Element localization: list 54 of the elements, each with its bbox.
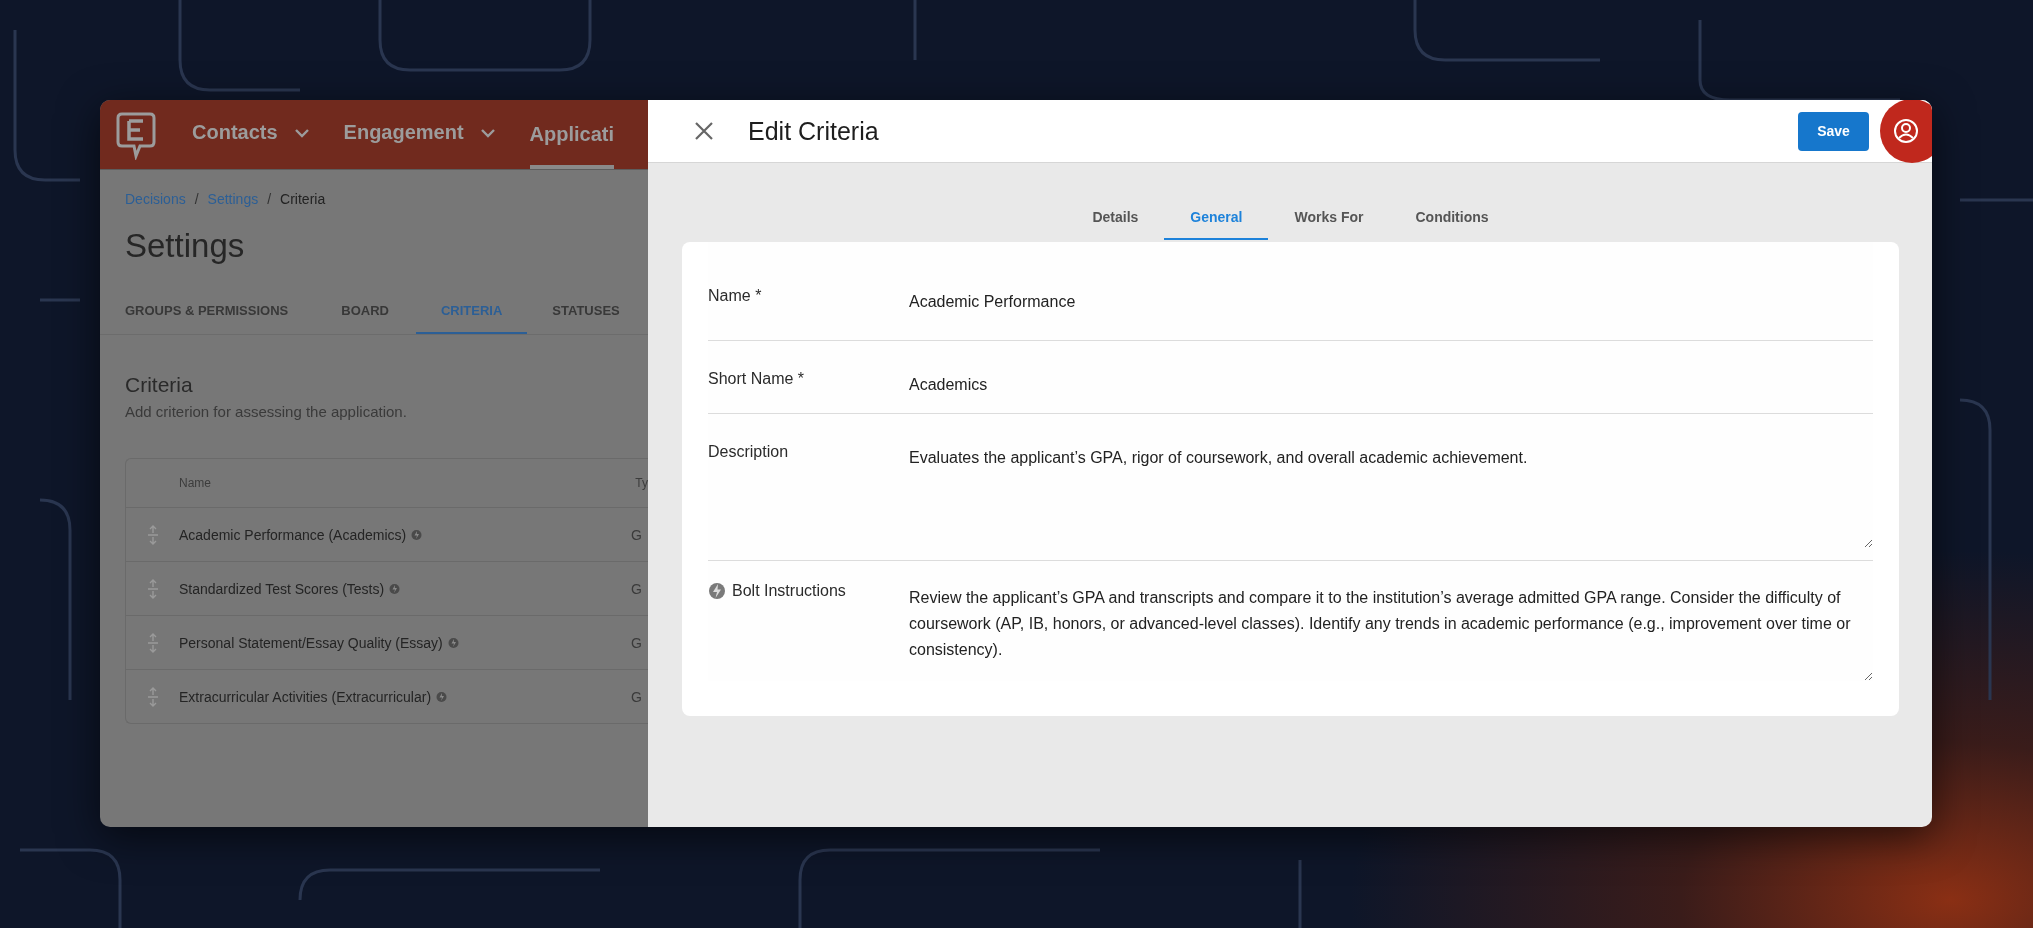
settings-tab[interactable]: STATUSES [552,289,620,334]
drag-handle-icon[interactable] [147,524,159,545]
user-avatar-button[interactable] [1880,100,1932,163]
page-title: Settings [124,226,246,265]
nav-menu-item[interactable]: Engagement [343,100,514,169]
field-label: Bolt Instructions [732,582,846,600]
drag-handle-icon[interactable] [147,632,159,653]
drawer-tab[interactable]: Conditions [1389,197,1515,240]
breadcrumb-separator: / [267,191,272,207]
table-cell: G [631,580,642,597]
chevron-down-icon [479,127,496,138]
table-cell: Standardized Test Scores (Tests) [179,580,385,597]
drawer-tab[interactable]: Details [1066,197,1165,240]
section-title: Criteria [125,373,194,397]
table-cell: G [631,634,642,651]
settings-tab[interactable]: GROUPS & PERMISSIONS [125,289,289,334]
breadcrumb-current: Criteria [280,191,326,207]
table-cell: Academic Performance (Academics) [179,526,407,543]
section-subtitle: Add criterion for assessing the application. [125,403,408,420]
field-label: Description [708,443,789,461]
bolt-icon [436,690,448,703]
text-field[interactable]: Academics [909,375,1873,395]
drawer-tab[interactable]: Works For [1268,197,1390,240]
chevron-down-icon [293,127,310,138]
table-row[interactable]: Extracurricular Activities (Extracurricular) G [126,670,648,723]
close-icon[interactable] [694,121,714,141]
text-area-field[interactable]: Evaluates the applicant’s GPA, rigor of coursework, and overall academic achievement. [909,445,1873,548]
breadcrumb-separator: / [194,191,199,207]
text-field[interactable]: Academic Performance [909,292,1873,312]
settings-tab[interactable]: BOARD [341,289,389,334]
column-header: Ty [635,476,648,490]
field-label: Name * [708,287,762,305]
table-cell: Personal Statement/Essay Quality (Essay) [179,634,443,651]
nav-menu-item[interactable]: Contacts [192,100,328,169]
column-header: Name [179,476,211,490]
field-label: Short Name * [708,370,805,388]
text-area-field[interactable]: Review the applicant’s GPA and transcripts and compare it to the institution’s average admitted GPA range. Consider the difficulty of coursework (AP, IB, honors, or advanced-level classes). Identify any trends in academic performance (e.g., improvement over time or consistency). [909,585,1873,681]
drag-handle-icon[interactable] [147,578,159,599]
table-cell: Extracurricular Activities (Extracurricular) [179,688,432,705]
bolt-icon [389,582,401,595]
user-icon [1893,118,1919,144]
drawer-tab[interactable]: General [1164,197,1269,240]
nav-menu-item[interactable]: Applicati [529,100,615,169]
table-cell: G [631,688,642,705]
table-row[interactable]: Personal Statement/Essay Quality (Essay) G [126,616,648,670]
drawer-title: Edit Criteria [748,116,879,146]
bolt-icon [447,636,459,649]
save-button[interactable]: Save [1798,111,1869,151]
table-cell: G [631,526,642,543]
bolt-icon [411,528,423,541]
table-row[interactable]: Standardized Test Scores (Tests) G [126,562,648,616]
table-row[interactable]: Academic Performance (Academics) G [126,508,648,562]
drag-handle-icon[interactable] [147,686,159,707]
bolt-icon [708,581,726,601]
